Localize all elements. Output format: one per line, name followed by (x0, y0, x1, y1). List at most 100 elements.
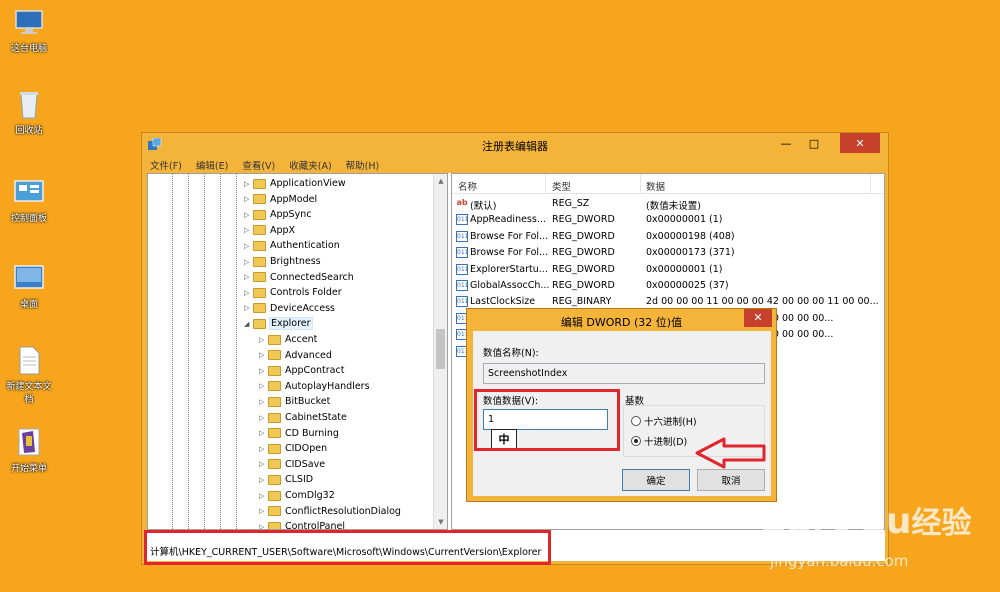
expand-arrow-right-icon[interactable]: ▷ (244, 289, 253, 297)
value-name: LastClockSize (470, 296, 536, 308)
value-data: 2d 00 00 00 11 00 00 00 42 00 00 00 11 0… (646, 296, 879, 308)
value-row[interactable]: 011 ExplorerStartu... REG_DWORD 0x00000001 … (452, 262, 884, 278)
tree-item[interactable]: ▷ ApplicationView (244, 176, 346, 191)
minimize-button[interactable]: — (772, 133, 800, 153)
desktop-icon-new-text[interactable]: 新建文本文档 (4, 344, 54, 405)
tree-item[interactable]: ▷ Advanced (259, 348, 332, 363)
value-name: AppReadiness... (470, 214, 546, 226)
expand-arrow-right-icon[interactable]: ▷ (259, 382, 268, 390)
desktop-icon-recycle-bin[interactable]: 回收站 (4, 88, 54, 136)
value-row[interactable]: 011 GlobalAssocCh... REG_DWORD 0x00000025 (… (452, 278, 884, 294)
dialog-close-button[interactable]: ✕ (744, 309, 772, 327)
tree-item[interactable]: ▷ ComDlg32 (259, 488, 335, 503)
tree-item[interactable]: ▷ Controls Folder (244, 285, 342, 300)
expand-arrow-right-icon[interactable]: ▷ (259, 336, 268, 344)
expand-arrow-right-icon[interactable]: ▷ (259, 476, 268, 484)
tree-item[interactable]: ▷ Brightness (244, 254, 321, 269)
value-name-field[interactable]: ScreenshotIndex (483, 363, 765, 384)
tree-item[interactable]: ▷ AppModel (244, 192, 317, 207)
menu-edit[interactable]: 编辑(E) (194, 157, 230, 174)
expand-arrow-right-icon[interactable]: ▷ (259, 367, 268, 375)
expand-arrow-right-icon[interactable]: ▷ (259, 492, 268, 500)
value-row[interactable]: 011 AppReadiness... REG_DWORD 0x00000001 (1… (452, 212, 884, 228)
expand-arrow-down-icon[interactable]: ◢ (244, 320, 253, 328)
tree-item-label: ConnectedSearch (270, 271, 354, 283)
column-header-data[interactable]: 数据 (646, 179, 665, 193)
cancel-label: 取消 (721, 476, 741, 487)
expand-arrow-right-icon[interactable]: ▷ (259, 460, 268, 468)
tree-item[interactable]: ▷ CabinetState (259, 410, 347, 425)
value-name: Browse For Fol... (470, 247, 549, 259)
scroll-thumb[interactable] (436, 329, 445, 369)
tree-item[interactable]: ▷ CIDOpen (259, 441, 327, 456)
value-row[interactable]: 011 Browse For Fol... REG_DWORD 0x00000198 … (452, 229, 884, 245)
value-name-text: ScreenshotIndex (488, 368, 568, 379)
value-row[interactable]: 011 Browse For Fol... REG_DWORD 0x00000173 … (452, 245, 884, 261)
tree-item[interactable]: ▷ DeviceAccess (244, 301, 335, 316)
expand-arrow-right-icon[interactable]: ▷ (259, 414, 268, 422)
desktop-icon-control-panel[interactable]: 控制面板 (4, 176, 54, 224)
tree-item[interactable]: ▷ ConnectedSearch (244, 270, 354, 285)
tree-item[interactable]: ▷ AutoplayHandlers (259, 379, 370, 394)
tree-item[interactable]: ▷ CLSID (259, 472, 313, 487)
expand-arrow-right-icon[interactable]: ▷ (244, 211, 253, 219)
tree-item-label: ConflictResolutionDialog (285, 505, 401, 517)
expand-arrow-right-icon[interactable]: ▷ (259, 445, 268, 453)
radio-hexadecimal[interactable]: 十六进制(H) (631, 414, 697, 428)
tree-item[interactable]: ▷ AppContract (259, 363, 344, 378)
expand-arrow-right-icon[interactable]: ▷ (259, 507, 268, 515)
tree-item[interactable]: ▷ CIDSave (259, 457, 325, 472)
menu-file[interactable]: 文件(F) (148, 157, 184, 174)
tree-item-label: ApplicationView (270, 178, 346, 189)
tree-item[interactable]: ▷ AppSync (244, 207, 311, 222)
annotation-arrow-icon (695, 437, 766, 469)
expand-arrow-right-icon[interactable]: ▷ (259, 523, 268, 529)
expand-arrow-right-icon[interactable]: ▷ (244, 180, 253, 188)
tree-item[interactable]: ▷ Authentication (244, 238, 340, 253)
value-row[interactable]: ab (默认) REG_SZ (数值未设置) (452, 196, 884, 212)
title-bar[interactable]: 注册表编辑器 — □ ✕ (142, 133, 888, 157)
text-document-icon (19, 346, 40, 375)
tree-item[interactable]: ▷ ControlPanel (259, 519, 345, 529)
close-button[interactable]: ✕ (840, 133, 880, 153)
cancel-button[interactable]: 取消 (697, 469, 765, 491)
expand-arrow-right-icon[interactable]: ▷ (244, 226, 253, 234)
column-header-name[interactable]: 名称 (458, 179, 477, 193)
desktop-icon-desktop[interactable]: 桌面 (4, 262, 54, 310)
expand-arrow-right-icon[interactable]: ▷ (259, 398, 268, 406)
expand-arrow-right-icon[interactable]: ▷ (259, 351, 268, 359)
radio-decimal[interactable]: 十进制(D) (631, 434, 687, 448)
tree-scrollbar[interactable]: ▲ ▼ (433, 174, 447, 529)
watermark-brand-cn: 经验 (911, 506, 972, 541)
paw-icon (827, 505, 859, 533)
watermark-brand: Bai (760, 501, 825, 542)
column-header-type[interactable]: 类型 (552, 179, 571, 193)
expand-arrow-right-icon[interactable]: ▷ (244, 273, 253, 281)
registry-key-tree[interactable]: ▲ ▼ ▷ ApplicationView ▷ AppModel ▷ AppSync ▷ Ap… (147, 173, 448, 530)
expand-arrow-right-icon[interactable]: ▷ (244, 242, 253, 250)
radio-dec-label: 十进制(D) (644, 437, 688, 448)
watermark-url: jingyan.baidu.com (770, 552, 909, 570)
desktop-icon-start-menu[interactable]: 开始菜单 (4, 426, 54, 474)
expand-arrow-right-icon[interactable]: ▷ (259, 429, 268, 437)
tree-item[interactable]: ▷ AppX (244, 223, 295, 238)
expand-arrow-right-icon[interactable]: ▷ (244, 304, 253, 312)
ok-button[interactable]: 确定 (622, 469, 690, 491)
scroll-up-icon[interactable]: ▲ (434, 174, 447, 188)
menu-view[interactable]: 查看(V) (240, 157, 277, 174)
tree-item-label: CIDSave (285, 458, 326, 470)
scroll-down-icon[interactable]: ▼ (434, 515, 447, 529)
maximize-button[interactable]: □ (800, 133, 828, 153)
tree-item[interactable]: ▷ CD Burning (259, 426, 339, 441)
tree-item[interactable]: ▷ Accent (259, 332, 317, 347)
tree-item[interactable]: ▷ BitBucket (259, 394, 330, 409)
value-name-label: 数值名称(N): (483, 348, 539, 359)
expand-arrow-right-icon[interactable]: ▷ (244, 195, 253, 203)
menu-favorites[interactable]: 收藏夹(A) (287, 157, 333, 174)
menu-help[interactable]: 帮助(H) (344, 157, 382, 174)
tree-item[interactable]: ◢ Explorer (244, 316, 313, 331)
binary-value-icon: 011 (456, 296, 469, 308)
desktop-icon-this-pc[interactable]: 这台电脑 (4, 6, 54, 54)
expand-arrow-right-icon[interactable]: ▷ (244, 258, 253, 266)
tree-item[interactable]: ▷ ConflictResolutionDialog (259, 504, 401, 519)
